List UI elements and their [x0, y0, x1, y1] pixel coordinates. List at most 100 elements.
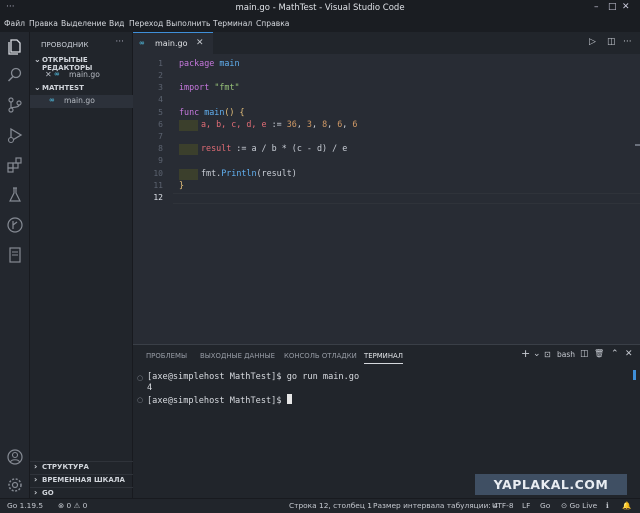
chevron-down-icon[interactable]: ⌄ [533, 349, 541, 359]
menu-terminal[interactable]: Терминал [213, 19, 252, 28]
go-live-button[interactable]: ⊙ Go Live [561, 501, 597, 510]
menu-edit[interactable]: Правка [29, 19, 58, 28]
explorer-title: ПРОВОДНИК [41, 40, 89, 49]
line-number: 8 [158, 144, 163, 153]
explorer-icon[interactable] [6, 38, 24, 56]
source-control-icon[interactable] [6, 96, 24, 114]
timeline-label: ВРЕМЕННАЯ ШКАЛА [42, 476, 125, 484]
scrollbar-marker [635, 144, 640, 146]
watermark: YAPLAKAL.COM [475, 474, 627, 495]
project-label: MATHTEST [42, 84, 84, 92]
tab-terminal[interactable]: ТЕРМИНАЛ [364, 352, 403, 364]
tab-debug-console[interactable]: КОНСОЛЬ ОТЛАДКИ [284, 352, 357, 360]
line-number: 4 [158, 95, 163, 104]
current-line-highlight [173, 193, 640, 204]
close-window-icon[interactable]: ✕ [622, 2, 630, 12]
go-label: GO [42, 489, 54, 497]
scrollbar-marker [633, 370, 636, 380]
project-filename: main.go [64, 96, 95, 105]
account-icon[interactable] [6, 448, 24, 466]
more-actions-icon[interactable]: ··· [623, 37, 632, 47]
code-line[interactable]: fmt.Println(result) [201, 168, 297, 178]
end-of-line[interactable]: LF [522, 501, 530, 510]
open-editor-filename: main.go [69, 70, 100, 79]
encoding[interactable]: UTF-8 [492, 501, 514, 510]
tab-output[interactable]: ВЫХОДНЫЕ ДАННЫЕ [200, 352, 275, 360]
git-graph-icon[interactable] [6, 216, 24, 234]
open-editor-item[interactable]: ✕ ∞ main.go [30, 69, 133, 82]
indent-guide [179, 144, 198, 155]
line-number: 2 [158, 71, 163, 80]
go-version[interactable]: Go 1.19.5 [7, 501, 43, 510]
project-section[interactable]: ⌄ MATHTEST [30, 83, 133, 95]
language-mode[interactable]: Go [540, 501, 550, 510]
chevron-down-icon: ⌄ [34, 83, 41, 92]
notebook-icon[interactable] [6, 246, 24, 264]
chevron-down-icon: ⌄ [34, 55, 41, 64]
open-editors-section[interactable]: ⌄ ОТКРЫТЫЕ РЕДАКТОРЫ [30, 55, 133, 72]
new-terminal-icon[interactable]: + [521, 347, 530, 360]
timeline-section[interactable]: › ВРЕМЕННАЯ ШКАЛА [30, 474, 133, 486]
project-file-item[interactable]: ∞ main.go [30, 95, 133, 108]
settings-gear-icon[interactable] [6, 476, 24, 494]
menu-view[interactable]: Вид [109, 19, 124, 28]
close-panel-icon[interactable]: ✕ [625, 349, 633, 359]
editor-tab-bar: ∞ main.go ✕ ▷ ◫ ··· [133, 32, 640, 54]
cursor-position[interactable]: Строка 12, столбец 1 [289, 501, 372, 510]
go-file-icon: ∞ [139, 39, 145, 47]
code-line[interactable]: a, b, c, d, e := 36, 3, 8, 6, 6 [201, 119, 357, 129]
bell-icon[interactable]: 🔔 [622, 501, 631, 510]
terminal-line: 4 [147, 383, 153, 393]
editor-tab-label: main.go [155, 39, 188, 48]
title-bar: ··· main.go - MathTest - Visual Studio C… [0, 0, 640, 17]
menu-help[interactable]: Справка [256, 19, 289, 28]
code-line[interactable]: func main() { [179, 107, 245, 117]
terminal-prompt[interactable]: [axe@simplehost MathTest]$ [147, 394, 292, 406]
close-icon[interactable]: ✕ [45, 70, 52, 79]
search-icon[interactable] [6, 66, 24, 84]
run-icon[interactable]: ▷ [589, 37, 596, 47]
testing-icon[interactable] [6, 186, 24, 204]
split-terminal-icon[interactable]: ◫ [580, 349, 589, 359]
code-line[interactable]: package main [179, 58, 240, 68]
code-line[interactable]: result := a / b * (c - d) / e [201, 143, 347, 153]
problems-count[interactable]: ⊗ 0 ⚠ 0 [58, 501, 87, 510]
close-tab-icon[interactable]: ✕ [196, 38, 204, 48]
code-line[interactable]: } [179, 180, 184, 190]
menu-file[interactable]: Файл [4, 19, 25, 28]
line-number: 6 [158, 120, 163, 129]
editor-tab-main-go[interactable]: ∞ main.go ✕ [133, 32, 213, 54]
menu-run[interactable]: Выполнить [166, 19, 210, 28]
maximize-panel-icon[interactable]: ⌃ [611, 349, 619, 359]
menu-bar: Файл Правка Выделение Вид Переход Выполн… [0, 17, 640, 32]
minimize-icon[interactable]: – [594, 2, 599, 12]
feedback-icon[interactable]: ℹ [606, 501, 609, 510]
explorer-more-icon[interactable]: ··· [115, 37, 124, 47]
editor-area: ∞ main.go ✕ ▷ ◫ ··· 1 2 3 4 5 6 7 8 9 10… [133, 32, 640, 344]
chevron-right-icon: › [34, 488, 38, 497]
line-number: 11 [153, 181, 163, 190]
menu-selection[interactable]: Выделение [61, 19, 106, 28]
line-number: 5 [158, 108, 163, 117]
tab-size[interactable]: Размер интервала табуляции: 4 [373, 501, 498, 510]
line-number: 9 [158, 156, 163, 165]
terminal-shell-label[interactable]: bash [557, 350, 575, 359]
indent-guide [179, 120, 198, 131]
extensions-icon[interactable] [6, 156, 24, 174]
menu-go[interactable]: Переход [129, 19, 163, 28]
split-editor-icon[interactable]: ◫ [607, 37, 616, 47]
run-debug-icon[interactable] [6, 126, 24, 144]
line-number: 7 [158, 132, 163, 141]
trash-icon[interactable]: 🗑 [594, 349, 604, 358]
line-number: 1 [158, 59, 163, 68]
chevron-right-icon: › [34, 475, 38, 484]
maximize-icon[interactable]: □ [608, 2, 617, 12]
status-bar: Go 1.19.5 ⊗ 0 ⚠ 0 Строка 12, столбец 1 Р… [0, 498, 640, 513]
terminal-line: [axe@simplehost MathTest]$ go run main.g… [147, 372, 360, 382]
window-controls: – □ ✕ [594, 2, 634, 14]
tab-problems[interactable]: ПРОБЛЕМЫ [146, 352, 187, 360]
command-decoration-icon: ○ [137, 374, 144, 382]
line-number-current: 12 [153, 193, 163, 202]
code-line[interactable]: import "fmt" [179, 82, 240, 92]
outline-section[interactable]: › СТРУКТУРА [30, 461, 133, 473]
